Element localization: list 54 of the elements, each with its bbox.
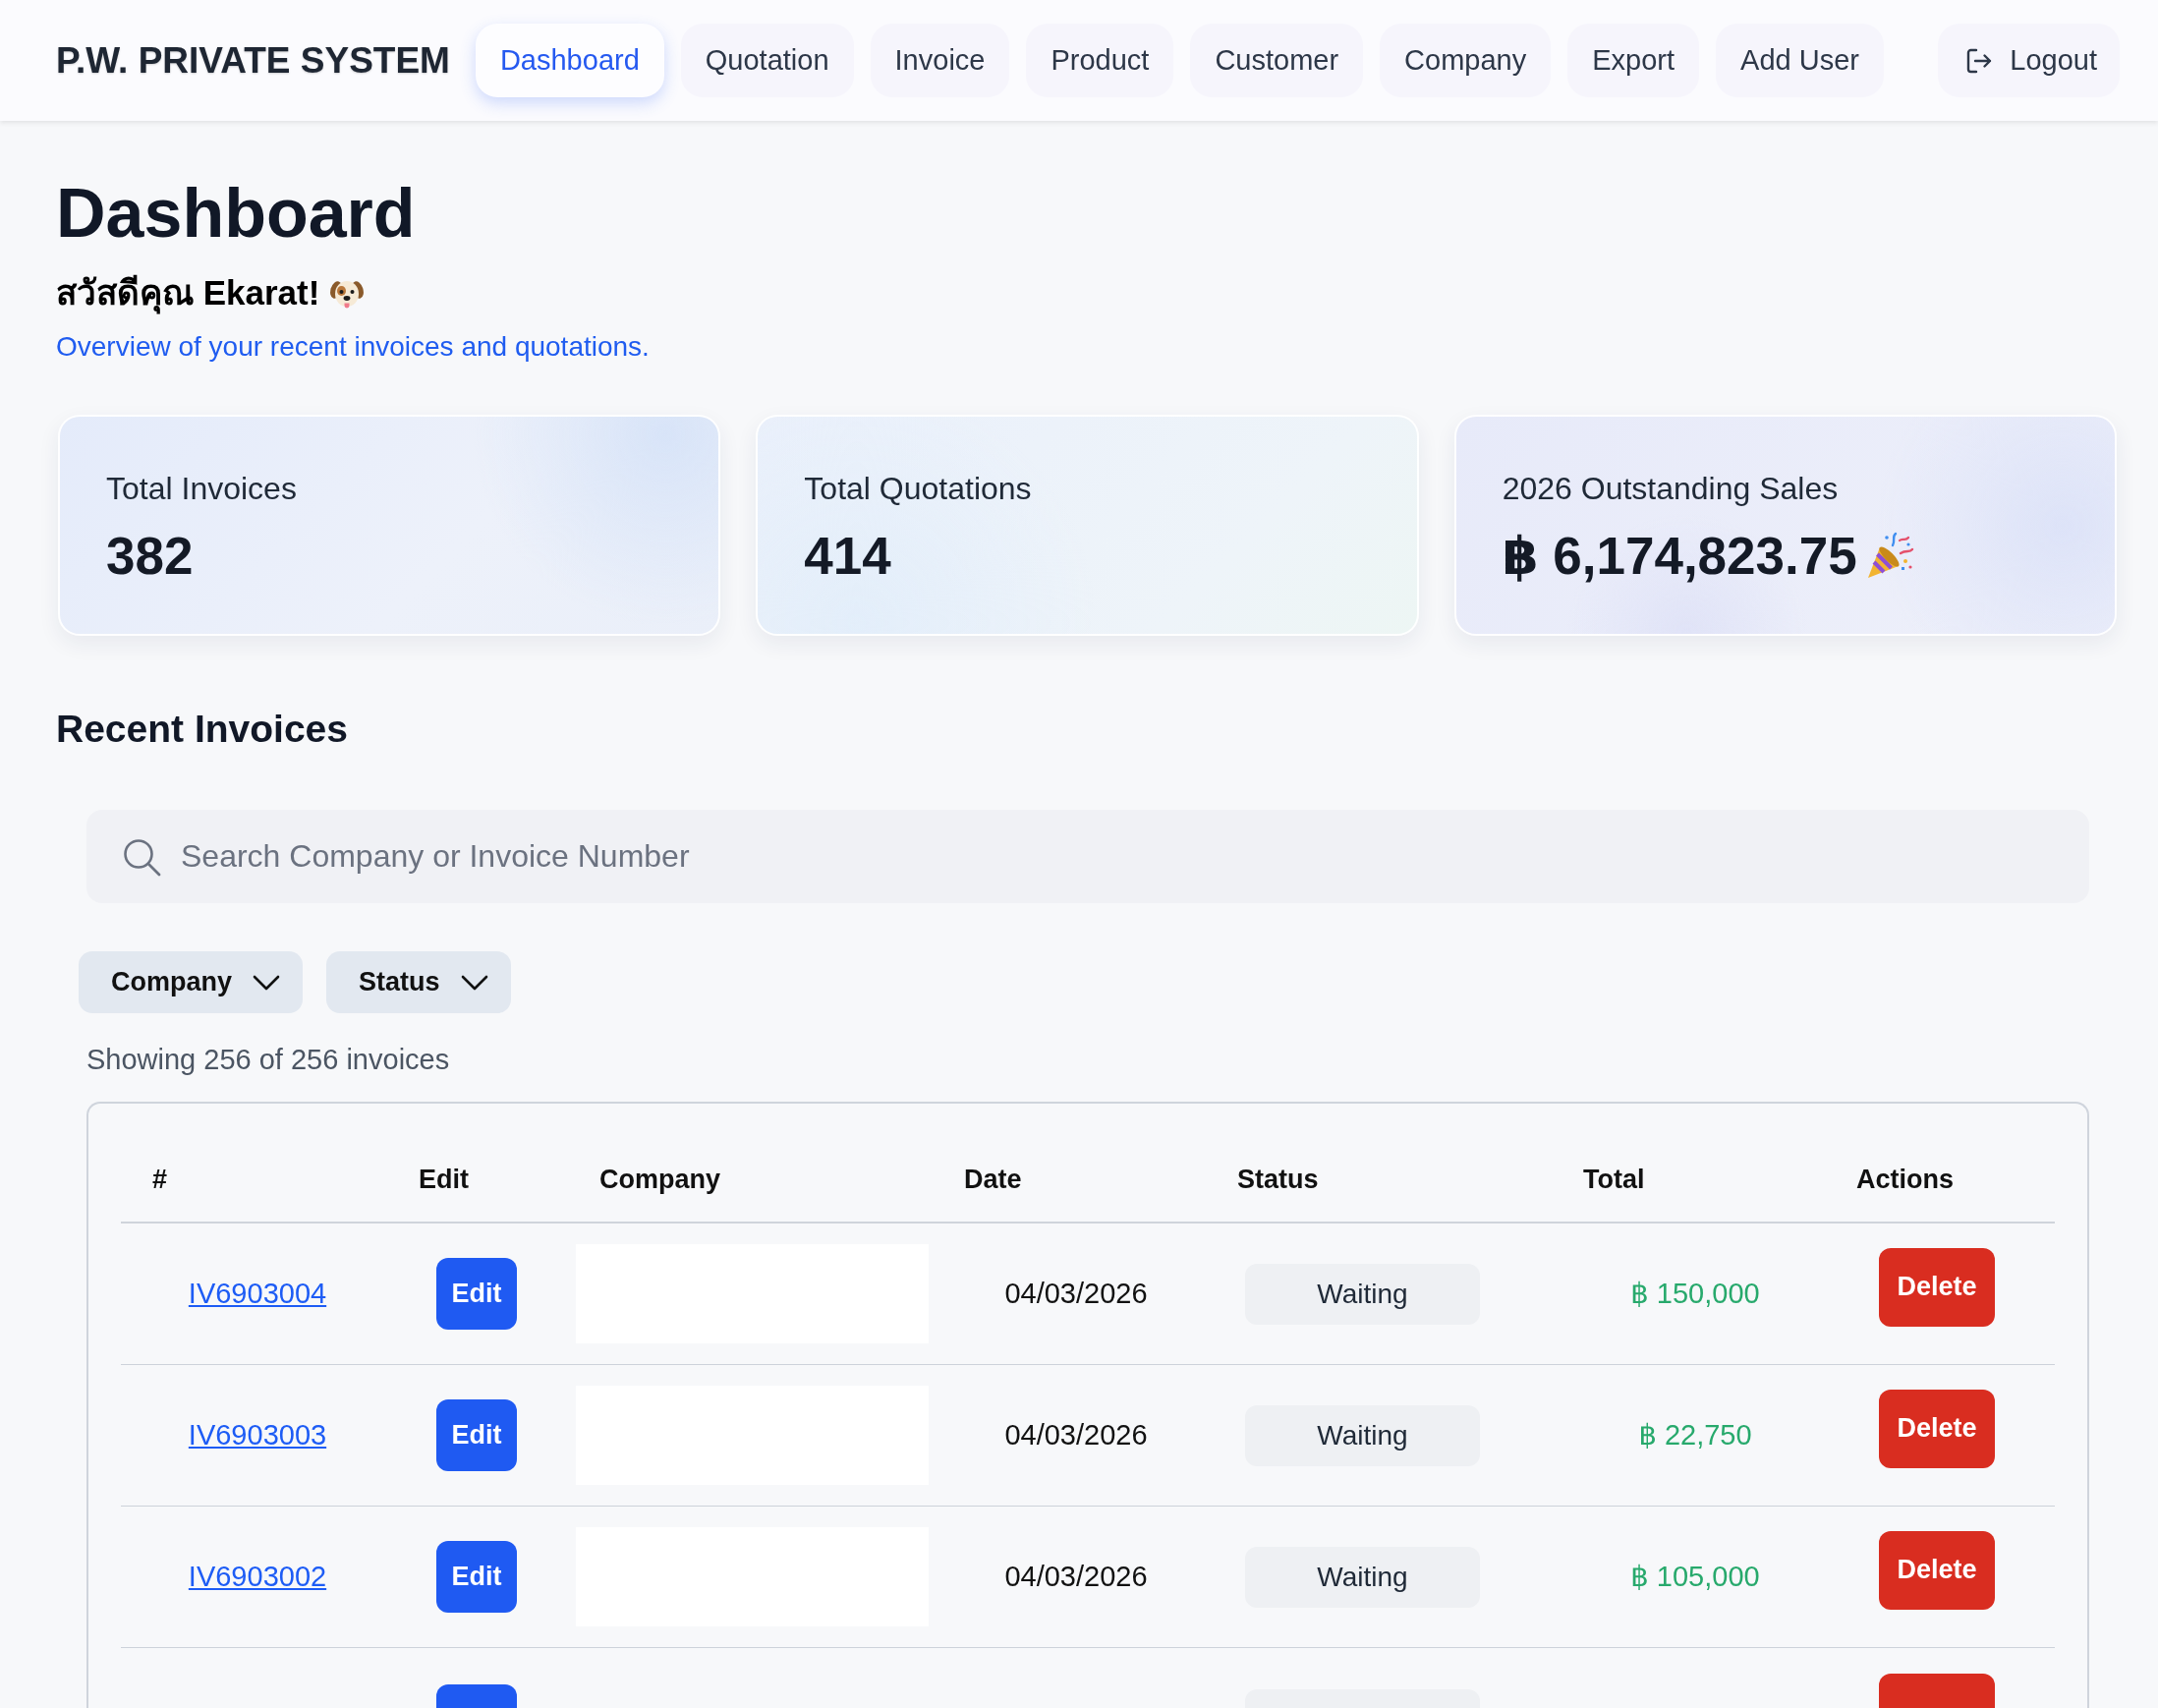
total-amount: ฿ 150,000 [1630, 1276, 1760, 1311]
column-header: Status [1237, 1164, 1319, 1194]
delete-button[interactable]: Delete [1879, 1530, 1995, 1610]
logout-button[interactable]: Logout [1938, 24, 2120, 97]
status-badge: Waiting [1245, 1404, 1480, 1466]
section-title: Recent Invoices [56, 707, 348, 752]
stat-label: 2026 Outstanding Sales [1502, 470, 1839, 508]
nav-tab[interactable]: Company [1380, 24, 1552, 97]
status-badge: Waiting [1245, 1263, 1480, 1325]
invoice-link[interactable]: IV6903004 [188, 1272, 327, 1316]
nav-tab[interactable]: Add User [1716, 24, 1884, 97]
invoice-date: 04/03/2026 [1004, 1276, 1148, 1311]
column-header: Actions [1856, 1164, 1954, 1194]
invoice-link[interactable]: IV6903002 [188, 1555, 327, 1599]
edit-button[interactable]: Edit [436, 1399, 517, 1471]
page-subtitle: Overview of your recent invoices and quotations. [56, 330, 650, 364]
column-header: Date [964, 1164, 1022, 1194]
nav-tab[interactable]: Dashboard [475, 24, 664, 97]
stat-label: Total Quotations [804, 470, 1032, 508]
column-header: Company [599, 1164, 721, 1194]
stat-label: Total Invoices [106, 470, 297, 508]
invoice-date: 04/03/2026 [1004, 1559, 1148, 1594]
delete-button[interactable]: Delete [1879, 1389, 1995, 1468]
search-icon [122, 837, 161, 877]
nav-tab[interactable]: Customer [1190, 24, 1364, 97]
status-badge: Waiting [1245, 1546, 1480, 1608]
stat-value: 382 [106, 526, 194, 587]
page-title: Dashboard [56, 174, 416, 253]
chevron-down-icon [253, 974, 281, 991]
column-header: Total [1583, 1164, 1645, 1194]
nav-tab[interactable]: Export [1567, 24, 1700, 97]
greeting-text: สวัสดีคุณ Ekarat! [56, 271, 320, 314]
results-count: Showing 256 of 256 invoices [86, 1043, 450, 1077]
logout-icon[interactable] [1964, 46, 1993, 75]
filter-dropdown[interactable]: Status [326, 951, 511, 1013]
column-header: # [152, 1164, 168, 1194]
stat-value: 414 [804, 526, 891, 587]
total-amount: ฿ 22,750 [1638, 1417, 1752, 1452]
edit-button[interactable]: Edit [436, 1541, 517, 1613]
stat-value: ฿ 6,174,823.75 [1502, 526, 1857, 587]
edit-button[interactable] [436, 1684, 517, 1708]
chevron-down-icon [460, 974, 488, 991]
invoice-date: 04/03/2026 [1004, 1417, 1148, 1452]
nav-tab[interactable]: Invoice [870, 24, 1010, 97]
nav-tab[interactable]: Product [1026, 24, 1174, 97]
invoice-link[interactable]: IV6903003 [188, 1413, 327, 1457]
search-field[interactable]: Search Company or Invoice Number [86, 810, 2089, 903]
brand-title: P.W. PRIVATE SYSTEM [56, 38, 450, 83]
filter-dropdown[interactable]: Company [79, 951, 304, 1013]
total-amount: ฿ 105,000 [1630, 1559, 1760, 1594]
nav-tab[interactable]: Quotation [680, 24, 854, 97]
column-header: Edit [419, 1164, 469, 1194]
delete-button[interactable]: Delete [1879, 1247, 1995, 1327]
edit-button[interactable]: Edit [436, 1258, 517, 1330]
